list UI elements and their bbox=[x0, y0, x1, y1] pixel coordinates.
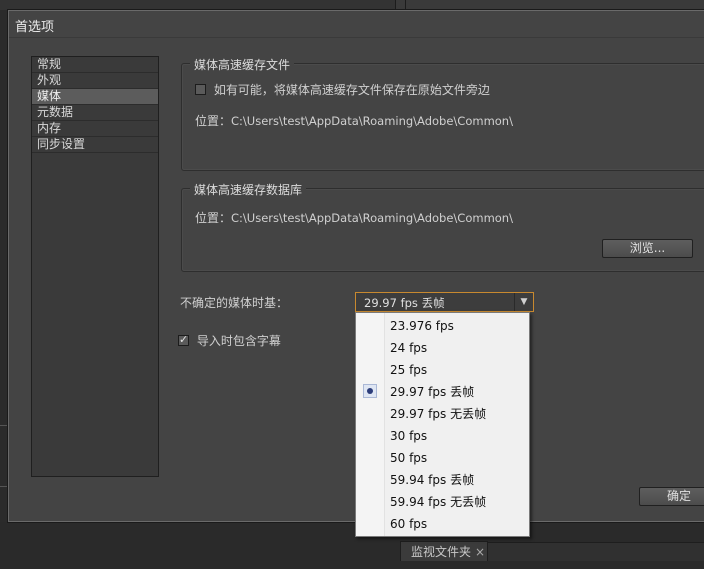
location-value: C:\Users\test\AppData\Roaming\Adobe\Comm… bbox=[231, 211, 513, 225]
dropdown-option[interactable]: 23.976 fps bbox=[356, 315, 529, 337]
title-divider bbox=[9, 37, 704, 38]
group-title: 媒体高速缓存数据库 bbox=[190, 181, 307, 198]
sidebar-item-sync-settings[interactable]: 同步设置 bbox=[32, 137, 158, 153]
import-captions-checkbox[interactable] bbox=[178, 333, 189, 346]
dropdown-option[interactable]: 29.97 fps 无丢帧 bbox=[356, 403, 529, 425]
background-panel-edge bbox=[0, 425, 8, 487]
ok-button[interactable]: 确定 bbox=[639, 487, 704, 506]
timebase-select[interactable]: 29.97 fps 丢帧 ▼ bbox=[355, 292, 534, 312]
sidebar-item-memory[interactable]: 内存 bbox=[32, 121, 158, 137]
sidebar-item-general[interactable]: 常规 bbox=[32, 57, 158, 73]
dropdown-option[interactable]: 59.94 fps 丢帧 bbox=[356, 469, 529, 491]
group-title: 媒体高速缓存文件 bbox=[190, 56, 295, 73]
panel-tab-label: 监视文件夹 bbox=[411, 545, 472, 559]
location-value: C:\Users\test\AppData\Roaming\Adobe\Comm… bbox=[231, 114, 513, 128]
timebase-label: 不确定的媒体时基： bbox=[180, 296, 289, 310]
checkbox-label: 如有可能，将媒体高速缓存文件保存在原始文件旁边 bbox=[213, 83, 490, 97]
dropdown-option[interactable]: 59.94 fps 无丢帧 bbox=[356, 491, 529, 513]
checkbox-label: 导入时包含字幕 bbox=[196, 334, 281, 348]
dropdown-option[interactable]: 50 fps bbox=[356, 447, 529, 469]
background-panel bbox=[405, 0, 704, 10]
dropdown-option[interactable]: 60 fps bbox=[356, 513, 529, 535]
dropdown-option-selected[interactable]: 29.97 fps 丢帧 bbox=[356, 381, 529, 403]
media-cache-files-group: 媒体高速缓存文件 如有可能，将媒体高速缓存文件保存在原始文件旁边 位置：C:\U… bbox=[181, 56, 704, 171]
location-label: 位置： bbox=[195, 211, 232, 225]
browse-button[interactable]: 浏览... bbox=[602, 239, 693, 258]
radio-selected-icon bbox=[363, 384, 377, 398]
cache-files-location: 位置：C:\Users\test\AppData\Roaming\Adobe\C… bbox=[195, 112, 513, 129]
location-label: 位置： bbox=[195, 114, 232, 128]
timebase-dropdown-list: 23.976 fps 24 fps 25 fps 29.97 fps 丢帧 29… bbox=[355, 312, 530, 537]
save-next-to-originals-checkbox[interactable] bbox=[195, 84, 206, 95]
close-icon[interactable]: × bbox=[475, 545, 485, 559]
cache-db-location: 位置：C:\Users\test\AppData\Roaming\Adobe\C… bbox=[195, 209, 513, 226]
sidebar-item-metadata[interactable]: 元数据 bbox=[32, 105, 158, 121]
dropdown-option-label: 29.97 fps 丢帧 bbox=[390, 385, 475, 399]
dropdown-option[interactable]: 30 fps bbox=[356, 425, 529, 447]
sidebar-item-appearance[interactable]: 外观 bbox=[32, 73, 158, 89]
dialog-title: 首选项 bbox=[15, 20, 55, 35]
sidebar-item-media[interactable]: 媒体 bbox=[32, 89, 158, 105]
panel-tab-watch-folders[interactable]: 监视文件夹 × bbox=[400, 541, 488, 561]
save-next-to-originals-row[interactable]: 如有可能，将媒体高速缓存文件保存在原始文件旁边 bbox=[195, 81, 490, 98]
media-cache-database-group: 媒体高速缓存数据库 位置：C:\Users\test\AppData\Roami… bbox=[181, 181, 704, 272]
dropdown-option[interactable]: 25 fps bbox=[356, 359, 529, 381]
import-captions-row[interactable]: 导入时包含字幕 bbox=[178, 332, 281, 349]
background-toolbar bbox=[0, 0, 704, 10]
dropdown-option[interactable]: 24 fps bbox=[356, 337, 529, 359]
chevron-down-icon[interactable]: ▼ bbox=[514, 293, 533, 311]
timebase-selected-value: 29.97 fps 丢帧 bbox=[364, 296, 445, 310]
background-tab-strip bbox=[488, 542, 704, 561]
preferences-sidebar: 常规 外观 媒体 元数据 内存 同步设置 bbox=[31, 56, 159, 477]
